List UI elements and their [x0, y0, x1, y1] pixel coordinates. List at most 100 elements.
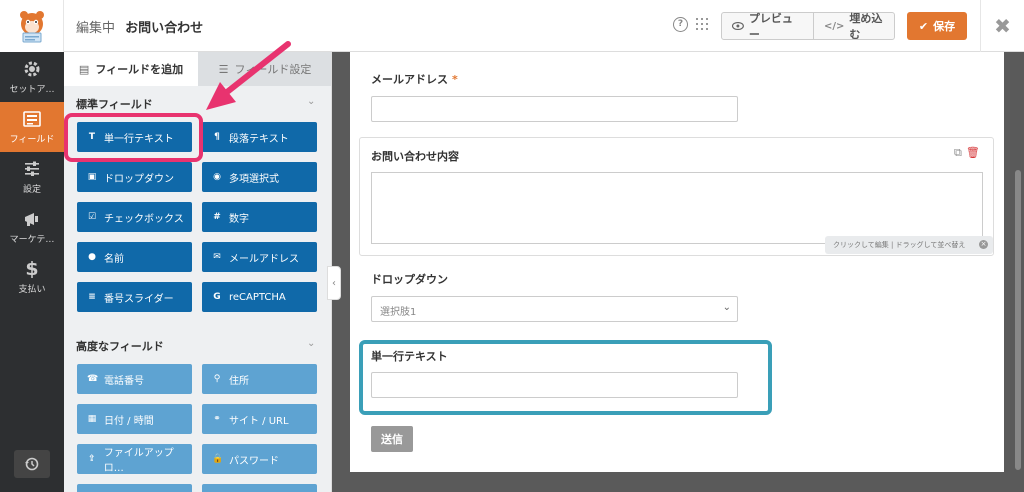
standard-fields-title: 標準フィールド: [76, 98, 153, 111]
nav-label-fields: フィールド: [9, 135, 55, 145]
save-button[interactable]: ✔ 保存: [907, 12, 967, 40]
field-button-date-time[interactable]: ▦ 日付 / 時間: [77, 404, 192, 434]
checkmark-icon: ✔: [918, 19, 929, 33]
message-field-label: お問い合わせ内容: [371, 150, 459, 163]
field-button-checkboxes[interactable]: ☑ チェックボックス: [77, 202, 192, 232]
duplicate-icon[interactable]: ⧉: [954, 146, 962, 159]
trash-icon[interactable]: 🗑: [966, 146, 980, 159]
close-tooltip-icon[interactable]: ×: [979, 240, 988, 249]
nav-item-settings[interactable]: 設定: [0, 152, 64, 202]
nav-item-payments[interactable]: $ 支払い: [0, 252, 64, 302]
email-field-label: メールアドレス *: [371, 73, 458, 86]
field-label: 段落テキスト: [229, 133, 289, 145]
required-asterisk: *: [452, 73, 458, 86]
email-input[interactable]: [371, 96, 738, 122]
gear-icon: [24, 61, 40, 77]
field-label: パスワード: [229, 455, 279, 467]
google-icon: G: [213, 292, 221, 302]
megaphone-icon: [25, 213, 38, 226]
preview-label: プレビュー: [748, 12, 793, 41]
single-line-field-label: 単一行テキスト: [371, 350, 448, 363]
checkbox-icon: ☑: [87, 212, 97, 222]
wpforms-logo: [0, 0, 64, 52]
field-button-website-url[interactable]: ⚭ サイト / URL: [202, 404, 317, 434]
list-icon: ▤: [78, 62, 90, 76]
nav-label-marketing: マーケテ…: [9, 235, 55, 245]
field-label: ファイルアップロ…: [103, 448, 174, 474]
field-button-email[interactable]: ✉ メールアドレス: [202, 242, 317, 272]
nav-label-payments: 支払い: [18, 285, 46, 295]
embed-button[interactable]: </> 埋め込む: [813, 12, 895, 41]
revision-history-button[interactable]: [14, 450, 50, 478]
help-icon[interactable]: ?: [673, 17, 688, 32]
paragraph-icon: ¶: [214, 132, 220, 142]
field-button-more[interactable]: [77, 484, 192, 492]
field-button-paragraph-text[interactable]: ¶ 段落テキスト: [202, 122, 317, 152]
field-label: 数字: [229, 213, 249, 225]
map-pin-icon: ⚲: [213, 374, 221, 384]
nav-label-setup: セットア…: [9, 85, 55, 95]
edit-tooltip: クリックして編集 | ドラッグして並べ替え ×: [825, 236, 993, 254]
radio-icon: ◉: [213, 172, 221, 182]
field-button-name[interactable]: ● 名前: [77, 242, 192, 272]
embed-label: 埋め込む: [849, 12, 883, 41]
field-button-multiple-choice[interactable]: ◉ 多項選択式: [202, 162, 317, 192]
single-line-input[interactable]: [371, 372, 738, 398]
fields-icon: [23, 111, 41, 127]
field-label: 電話番号: [104, 375, 144, 387]
slider-icon: ≡: [88, 292, 96, 302]
field-button-numbers[interactable]: # 数字: [202, 202, 317, 232]
red-arrow-annotation: [206, 41, 291, 110]
field-label: 多項選択式: [229, 173, 279, 185]
lock-icon: 🔒: [212, 454, 224, 464]
nav-item-setup[interactable]: セットア…: [0, 52, 64, 102]
hash-icon: #: [213, 212, 221, 222]
field-button-password[interactable]: 🔒 パスワード: [202, 444, 317, 474]
field-button-number-slider[interactable]: ≡ 番号スライダー: [77, 282, 192, 312]
tab-add-fields[interactable]: ▤ フィールドを追加: [64, 52, 198, 86]
field-button-dropdown[interactable]: ▣ ドロップダウン: [77, 162, 192, 192]
nav-item-fields[interactable]: フィールド: [0, 102, 64, 152]
eye-icon: [732, 22, 744, 30]
grid-menu-icon[interactable]: [696, 18, 708, 30]
field-actions: ⧉ 🗑: [954, 146, 980, 160]
scrollbar[interactable]: [1015, 170, 1021, 470]
chevron-down-icon[interactable]: ⌄: [307, 96, 315, 107]
field-button-more[interactable]: [202, 484, 317, 492]
field-button-address[interactable]: ⚲ 住所: [202, 364, 317, 394]
submit-button[interactable]: 送信: [371, 426, 413, 452]
chevron-down-icon[interactable]: ⌄: [307, 338, 315, 349]
calendar-icon: ▦: [87, 414, 97, 424]
advanced-fields-title: 高度なフィールド: [76, 340, 164, 353]
field-button-file-upload[interactable]: ⇪ ファイルアップロ…: [77, 444, 192, 474]
field-label: チェックボックス: [104, 213, 184, 225]
field-label: reCAPTCHA: [229, 291, 286, 303]
code-icon: </>: [824, 20, 845, 32]
field-button-phone[interactable]: ☎ 電話番号: [77, 364, 192, 394]
highlight-box: [64, 113, 203, 162]
field-button-recaptcha[interactable]: G reCAPTCHA: [202, 282, 317, 312]
preview-button[interactable]: プレビュー: [721, 12, 814, 41]
field-label: 住所: [229, 375, 249, 387]
sliders-icon: [25, 161, 39, 176]
nav-item-marketing[interactable]: マーケテ…: [0, 202, 64, 252]
chevron-down-icon: ⌄: [722, 302, 731, 313]
collapse-panel-button[interactable]: ‹: [327, 266, 341, 300]
editing-label: 編集中: [76, 21, 116, 36]
envelope-icon: ✉: [213, 252, 221, 262]
field-label: 名前: [104, 253, 124, 265]
close-icon[interactable]: ✖: [980, 0, 1024, 52]
dropdown-select[interactable]: 選択肢1 ⌄: [371, 296, 738, 322]
message-textarea[interactable]: [371, 172, 983, 244]
dropdown-value: 選択肢1: [380, 307, 417, 318]
user-icon: ●: [88, 252, 96, 262]
field-label: メールアドレス: [229, 253, 299, 265]
upload-icon: ⇪: [88, 454, 96, 464]
phone-icon: ☎: [87, 374, 99, 384]
field-label: サイト / URL: [229, 415, 289, 427]
tab-add-fields-label: フィールドを追加: [95, 63, 184, 76]
nav-label-settings: 設定: [22, 185, 41, 195]
link-icon: ⚭: [213, 414, 221, 424]
field-label: ドロップダウン: [104, 173, 174, 185]
form-name: お問い合わせ: [125, 21, 204, 36]
